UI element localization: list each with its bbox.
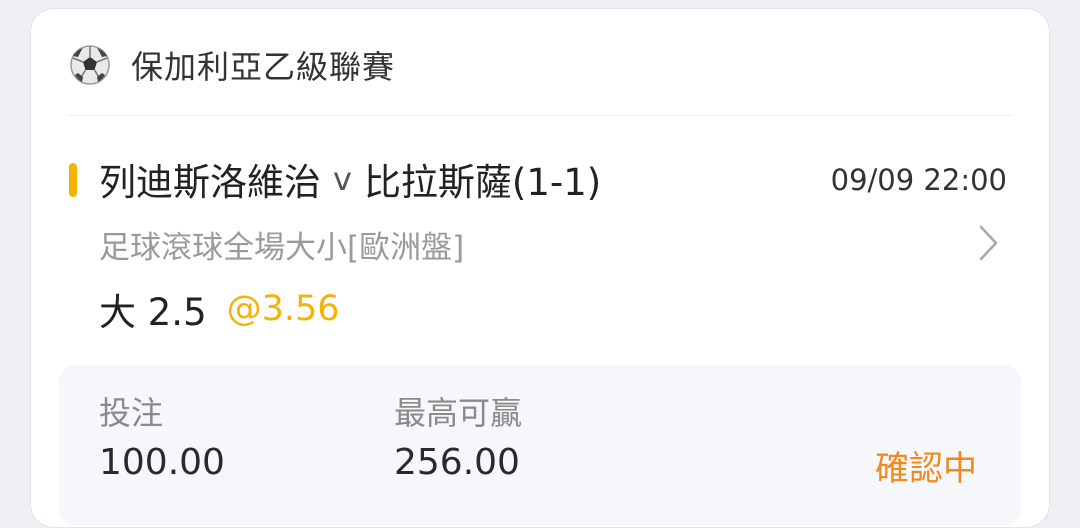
mode-label: 滾球 [161, 229, 223, 266]
away-team: 比拉斯薩(1-1) [363, 161, 602, 204]
bet-summary: 投注 100.00 最高可贏 256.00 確認中 [59, 365, 1021, 525]
stake-column: 投注 100.00 [99, 391, 225, 489]
bet-card[interactable]: 保加利亞乙級聯賽 列迪斯洛維治 v 比拉斯薩(1-1) 09/09 22:00 … [30, 8, 1050, 528]
home-team: 列迪斯洛維治 [99, 161, 321, 204]
match-title: 列迪斯洛維治 v 比拉斯薩(1-1) [99, 151, 601, 207]
vs-label: v [333, 160, 352, 198]
league-name: 保加利亞乙級聯賽 [131, 48, 396, 86]
max-win-label: 最高可贏 [394, 394, 523, 432]
max-win-value: 256.00 [394, 442, 520, 483]
accent-bar [69, 163, 77, 197]
chevron-right-icon[interactable] [973, 223, 1003, 263]
status-badge: 確認中 [875, 448, 977, 489]
bet-info: 足球 滾球 全場大小 [歐洲盤] [99, 219, 464, 269]
stake-label: 投注 [99, 394, 164, 432]
sport-label: 足球 [99, 229, 161, 266]
max-win-column: 最高可贏 256.00 [394, 391, 522, 489]
market-label: 全場大小 [223, 229, 347, 266]
odds-value: @3.56 [226, 289, 340, 329]
league-header: 保加利亞乙級聯賽 [69, 41, 395, 89]
selection-label: 大 2.5 [99, 291, 207, 334]
stake-value: 100.00 [99, 442, 225, 483]
match-datetime: 09/09 22:00 [830, 163, 1007, 197]
divider [67, 115, 1013, 116]
bet-selection: 大 2.5 @3.56 [99, 279, 340, 339]
soccer-ball-icon [70, 45, 110, 85]
odds-type-label: [歐洲盤] [347, 229, 465, 266]
